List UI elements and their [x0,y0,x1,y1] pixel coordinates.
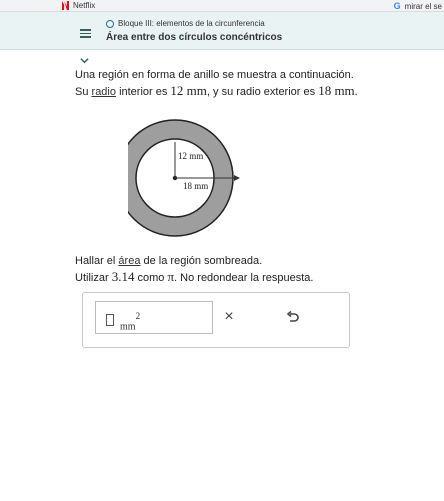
task-statement: Hallar el área de la región sombreada. U… [75,253,313,286]
answer-input[interactable]: mm2 [95,301,213,334]
problem-line-1: Una región en forma de anillo se muestra… [75,69,354,81]
bookmark-netflix[interactable]: Netflix [62,1,95,10]
inner-radius-label: 12 mm [178,151,203,161]
input-placeholder-box [106,314,114,326]
unit-label: mm2 [120,311,141,333]
chevron-down-icon[interactable] [80,56,89,65]
topic-line: Bloque III: elementos de la circunferenc… [106,19,282,28]
google-icon: G [393,1,401,11]
topic-circle-icon [106,19,114,28]
topic-label: Bloque III: elementos de la circunferenc… [118,19,265,28]
bookmark-search[interactable]: G mirar el se [394,1,442,11]
clear-button[interactable]: × [219,307,239,327]
close-icon: × [224,308,234,325]
outer-radius-label: 18 mm [183,181,208,191]
header-text: Bloque III: elementos de la circunferenc… [106,19,282,43]
task-line-1: Hallar el área de la región sombreada. [75,255,263,267]
problem-line-2: Su radio interior es 12 mm, y su radio e… [75,83,358,98]
problem-statement: Una región en forma de anillo se muestra… [75,68,358,100]
pi-value: 3.14 [111,269,135,284]
undo-button[interactable] [283,307,303,327]
area-link[interactable]: área [118,255,140,267]
page-title: Área entre dos círculos concéntricos [106,32,283,43]
inner-radius-value: 12 mm [170,83,207,98]
menu-icon[interactable] [80,29,91,38]
bookmarks-bar: Netflix G mirar el se [0,0,444,12]
bookmark-search-label: mirar el se [404,1,442,11]
bookmark-netflix-label: Netflix [73,1,96,10]
netflix-icon [62,1,69,10]
undo-icon [286,310,299,322]
ring-figure: 12 mm 18 mm [128,119,240,237]
answer-panel: mm2 × [82,292,350,348]
task-line-2: Utilizar 3.14 como π. No redondear la re… [75,269,314,284]
lesson-header: Bloque III: elementos de la circunferenc… [0,12,444,50]
radius-link[interactable]: radio [92,86,116,98]
outer-radius-value: 18 mm [318,83,355,98]
